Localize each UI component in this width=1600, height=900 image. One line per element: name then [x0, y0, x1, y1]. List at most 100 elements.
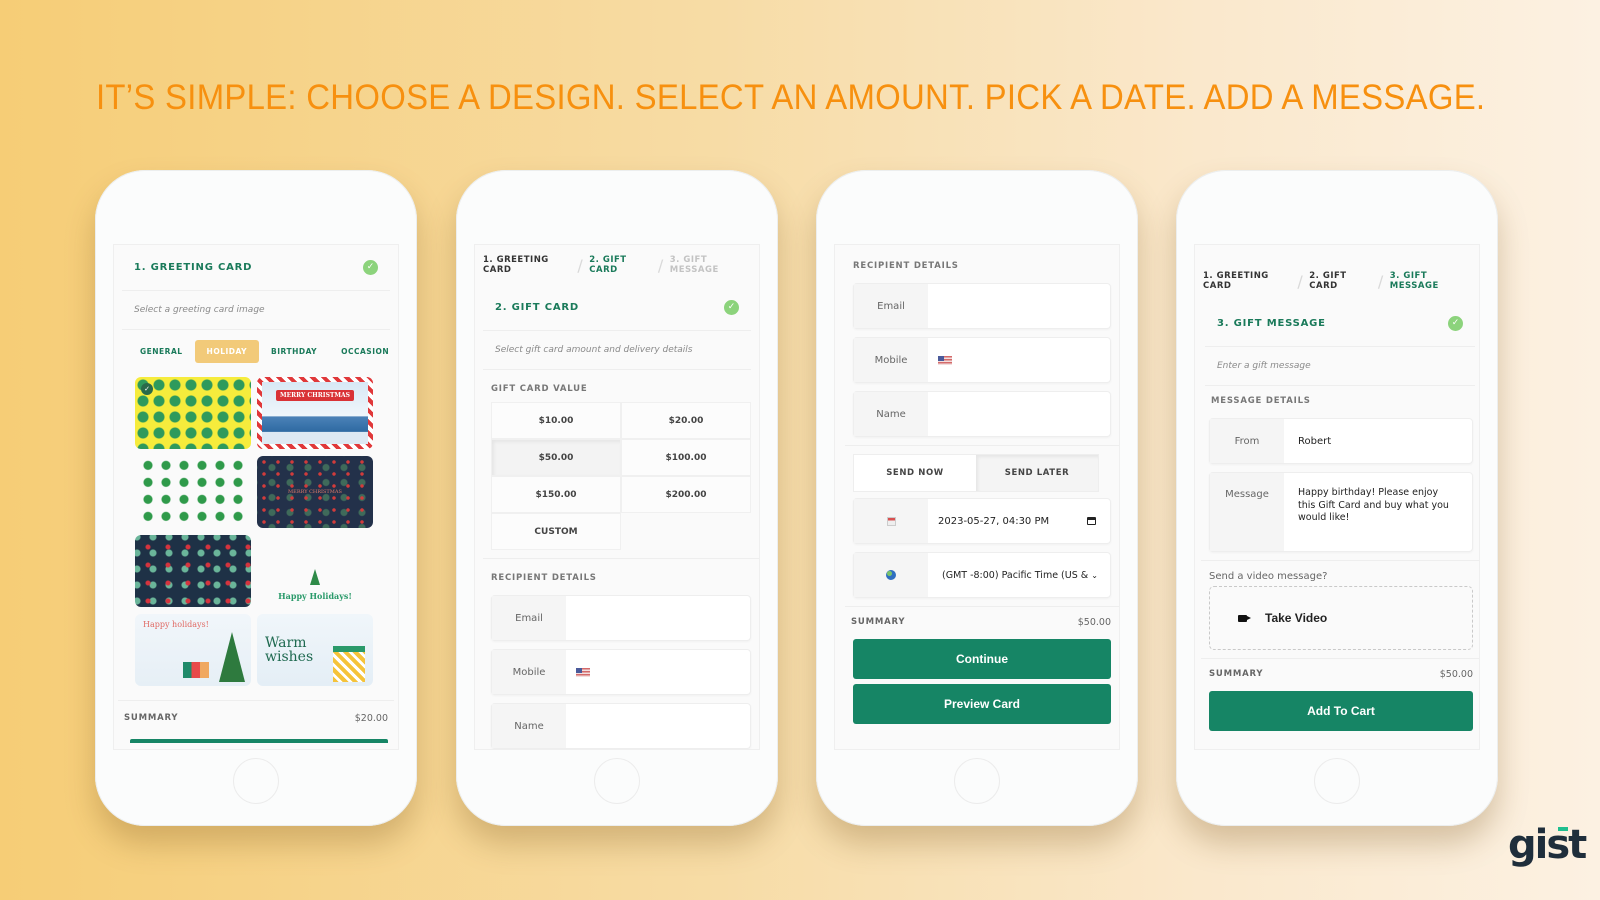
breadcrumb: 1. GREETING CARD / 2. GIFT CARD / 3. GIF…	[1195, 261, 1479, 301]
card-holly[interactable]: MERRY CHRISTMAS	[257, 456, 373, 528]
section-hint: Select a greeting card image	[122, 291, 390, 330]
mobile-label: Mobile	[854, 338, 928, 382]
logo-text: gist	[1508, 822, 1587, 868]
check-icon: ✓	[1448, 316, 1463, 331]
section-hint: Enter a gift message	[1205, 347, 1475, 386]
tab-occasion[interactable]: OCCASION	[329, 340, 398, 363]
preview-card-button[interactable]: Preview Card	[853, 684, 1111, 724]
calendar-label	[854, 499, 928, 543]
send-later-tab[interactable]: SEND LATER	[976, 455, 1098, 491]
gift-card-value-label: GIFT CARD VALUE	[491, 384, 588, 394]
name-input[interactable]	[576, 713, 652, 739]
recipient-details-label: RECIPIENT DETAILS	[853, 261, 959, 271]
breadcrumb-gift-message[interactable]: 3. GIFT MESSAGE	[670, 255, 751, 275]
recipient-details-label: RECIPIENT DETAILS	[491, 573, 597, 583]
name-label: Name	[492, 704, 566, 748]
screen: 1. GREETING CARD / 2. GIFT CARD / 3. GIF…	[1194, 244, 1480, 750]
email-label: Email	[492, 596, 566, 640]
continue-button-edge[interactable]	[130, 739, 388, 743]
card-navy-pattern[interactable]	[135, 535, 251, 607]
summary-value: $50.00	[1439, 668, 1473, 680]
timezone-select[interactable]: (GMT -8:00) Pacific Time (US &	[942, 570, 1088, 581]
summary-row: SUMMARY $50.00	[835, 607, 1119, 637]
us-flag-icon[interactable]	[938, 355, 952, 365]
from-input[interactable]: Robert	[1284, 419, 1472, 463]
message-field: Message Happy birthday! Please enjoy thi…	[1209, 472, 1473, 552]
home-button	[954, 758, 1000, 804]
email-input[interactable]	[576, 605, 680, 631]
send-now-tab[interactable]: SEND NOW	[854, 455, 976, 491]
gist-logo: gist	[1508, 822, 1587, 868]
amount-option[interactable]: $200.00	[621, 476, 751, 513]
breadcrumb-greeting-card[interactable]: 1. GREETING CARD	[1203, 271, 1291, 291]
calendar-icon	[886, 516, 896, 526]
card-happy-holidays-bear[interactable]: Happy holidays!	[135, 614, 251, 686]
chevron-down-icon[interactable]: ⌄	[1091, 571, 1098, 580]
section-header: 2. GIFT CARD ✓	[483, 285, 751, 331]
email-input[interactable]	[938, 293, 1048, 319]
take-video-label: Take Video	[1265, 611, 1328, 625]
category-tabs: GENERAL HOLIDAY BIRTHDAY OCCASION	[114, 330, 398, 373]
us-flag-icon[interactable]	[576, 667, 590, 677]
check-icon: ✓	[724, 300, 739, 315]
card-grid: ✓ MERRY CHRISTMAS MERRY CHRISTMAS Happy …	[114, 373, 398, 686]
check-icon: ✓	[363, 260, 378, 275]
continue-button[interactable]: Continue	[853, 639, 1111, 679]
breadcrumb-gift-message[interactable]: 3. GIFT MESSAGE	[1390, 271, 1471, 291]
email-label: Email	[854, 284, 928, 328]
tab-birthday[interactable]: BIRTHDAY	[259, 340, 329, 363]
screen: RECIPIENT DETAILS Email Mobile Name SEND…	[834, 244, 1120, 750]
home-button	[594, 758, 640, 804]
amount-option[interactable]: $100.00	[621, 439, 751, 476]
section-title: 1. GREETING CARD	[134, 262, 253, 273]
summary-row: SUMMARY $50.00	[1195, 659, 1479, 689]
mobile-input[interactable]	[962, 347, 1044, 373]
breadcrumb-separator: /	[1377, 271, 1384, 291]
name-field: Name	[853, 391, 1111, 437]
card-text: Warm wishes	[265, 635, 314, 665]
card-merry-christmas[interactable]: MERRY CHRISTMAS	[257, 377, 373, 449]
datetime-input[interactable]: 2023-05-27, 04:30 PM	[938, 516, 1049, 527]
add-to-cart-button[interactable]: Add To Cart	[1209, 691, 1473, 731]
amount-option[interactable]: $150.00	[491, 476, 621, 513]
name-label: Name	[854, 392, 928, 436]
card-warm-wishes[interactable]: Warm wishes	[257, 614, 373, 686]
name-field: Name	[491, 703, 751, 749]
breadcrumb: 1. GREETING CARD / 2. GIFT CARD / 3. GIF…	[475, 245, 759, 285]
gift-icon	[183, 662, 209, 678]
mobile-input[interactable]	[602, 659, 680, 685]
breadcrumb-gift-card[interactable]: 2. GIFT CARD	[1309, 271, 1372, 291]
send-toggle: SEND NOW SEND LATER	[853, 454, 1099, 492]
section-hint: Select gift card amount and delivery det…	[483, 331, 751, 370]
name-input[interactable]	[938, 401, 1008, 427]
card-tree-grid[interactable]	[135, 456, 251, 528]
amount-option[interactable]: $10.00	[491, 402, 621, 439]
from-label: From	[1210, 419, 1284, 463]
phone-greeting-card: 1. GREETING CARD ✓ Select a greeting car…	[95, 170, 417, 826]
screen: 1. GREETING CARD / 2. GIFT CARD / 3. GIF…	[474, 244, 760, 750]
phone-gift-card: 1. GREETING CARD / 2. GIFT CARD / 3. GIF…	[456, 170, 778, 826]
card-happy-holidays-lights[interactable]: Happy Holidays!	[257, 535, 373, 607]
amount-option[interactable]: $20.00	[621, 402, 751, 439]
card-text: Happy Holidays!	[278, 591, 352, 601]
globe-label	[854, 553, 928, 597]
message-textarea[interactable]: Happy birthday! Please enjoy this Gift C…	[1284, 473, 1472, 551]
datetime-field: 2023-05-27, 04:30 PM	[853, 498, 1111, 544]
tab-holiday[interactable]: HOLIDAY	[194, 340, 260, 363]
take-video-button[interactable]: Take Video	[1209, 586, 1473, 650]
summary-value: $50.00	[1077, 616, 1111, 628]
amount-option-selected[interactable]: $50.00	[491, 439, 621, 476]
amount-option-custom[interactable]: CUSTOM	[491, 513, 621, 550]
card-text: MERRY CHRISTMAS	[288, 489, 342, 495]
mobile-label: Mobile	[492, 650, 566, 694]
headline: IT’S SIMPLE: CHOOSE A DESIGN. SELECT AN …	[96, 78, 1486, 117]
tab-general[interactable]: GENERAL	[128, 340, 195, 363]
card-yellow-trees[interactable]: ✓	[135, 377, 251, 449]
home-button	[233, 758, 279, 804]
summary-label: SUMMARY	[851, 617, 906, 627]
breadcrumb-gift-card[interactable]: 2. GIFT CARD	[589, 255, 652, 275]
section-title: 3. GIFT MESSAGE	[1217, 318, 1326, 329]
breadcrumb-greeting-card[interactable]: 1. GREETING CARD	[483, 255, 571, 275]
calendar-picker-icon[interactable]	[1087, 517, 1096, 525]
breadcrumb-separator: /	[657, 255, 664, 275]
